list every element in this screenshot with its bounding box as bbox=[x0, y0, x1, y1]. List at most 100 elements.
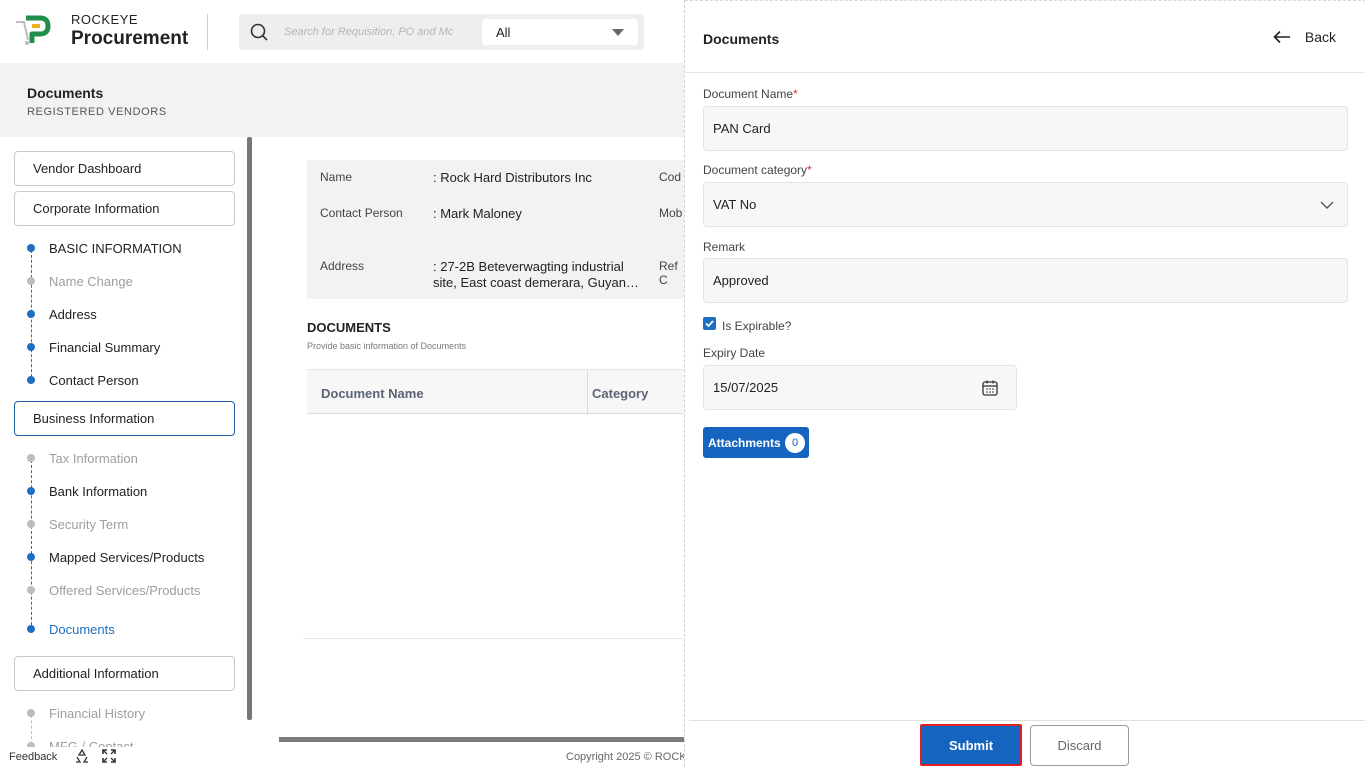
is-expirable-checkbox[interactable] bbox=[703, 317, 716, 330]
step-dot bbox=[27, 244, 35, 252]
expiry-date-field[interactable]: 15/07/2025 bbox=[703, 365, 1017, 410]
page-subtitle: REGISTERED VENDORS bbox=[27, 106, 167, 118]
address-line-2: site, East coast demerara, Guyan… bbox=[433, 275, 639, 290]
drawer-header: Documents Back bbox=[685, 0, 1365, 73]
documents-section-title: DOCUMENTS bbox=[307, 320, 391, 335]
copyright-text: Copyright 2025 © ROCK bbox=[566, 751, 687, 763]
sidebar-item-contact-person[interactable]: Contact Person bbox=[0, 371, 240, 391]
sidebar-item-label: Contact Person bbox=[49, 373, 139, 388]
sidebar-item-label: Name Change bbox=[49, 274, 133, 289]
contact-person-value: : Mark Maloney bbox=[433, 206, 522, 221]
remark-field[interactable]: Approved bbox=[703, 258, 1348, 303]
sidebar-item-tax-information[interactable]: Tax Information bbox=[0, 449, 240, 469]
sidebar-item-financial-history[interactable]: Financial History bbox=[0, 704, 240, 724]
is-expirable-label: Is Expirable? bbox=[722, 319, 792, 333]
recycle-icon[interactable] bbox=[75, 749, 89, 763]
sidebar-item-label: Offered Services/Products bbox=[49, 583, 201, 598]
back-button[interactable]: Back bbox=[1273, 27, 1336, 47]
remark-label: Remark bbox=[703, 240, 746, 254]
required-mark: * bbox=[793, 87, 798, 101]
drawer-title: Documents bbox=[703, 31, 780, 47]
caret-down-icon bbox=[612, 29, 624, 36]
step-dot bbox=[27, 454, 35, 462]
sidebar-item-documents[interactable]: Documents bbox=[0, 620, 240, 640]
rockeye-logo[interactable] bbox=[14, 14, 58, 46]
step-dot bbox=[27, 343, 35, 351]
document-name-field[interactable]: PAN Card bbox=[703, 106, 1348, 151]
sidebar-item-security-term[interactable]: Security Term bbox=[0, 515, 240, 535]
global-search: Search for Requisition, PO and Mc All bbox=[239, 14, 644, 50]
mobile-label: Mob bbox=[659, 206, 683, 220]
submit-button[interactable]: Submit bbox=[920, 724, 1022, 766]
page-footer: Feedback Copyright 2025 © ROCK bbox=[0, 747, 687, 767]
expiry-date-value: 15/07/2025 bbox=[713, 380, 779, 395]
column-divider bbox=[587, 370, 588, 415]
search-scope-select[interactable]: All bbox=[482, 19, 638, 45]
column-header-document-name[interactable]: Document Name bbox=[321, 386, 424, 401]
attachments-button[interactable]: Attachments 0 bbox=[703, 427, 809, 458]
step-dot bbox=[27, 709, 35, 717]
sidebar-item-mapped-services[interactable]: Mapped Services/Products bbox=[0, 548, 240, 568]
sidebar-additional-information[interactable]: Additional Information bbox=[14, 656, 235, 691]
vendor-name-label: Name bbox=[320, 170, 353, 184]
sidebar-item-name-change[interactable]: Name Change bbox=[0, 272, 240, 292]
address-line-1: : 27-2B Beteverwagting industrial bbox=[433, 259, 624, 274]
sidebar-scrollbar[interactable] bbox=[247, 137, 252, 720]
calendar-icon[interactable] bbox=[981, 379, 999, 397]
feedback-link[interactable]: Feedback bbox=[9, 751, 57, 763]
sidebar-item-label: Bank Information bbox=[49, 484, 148, 499]
step-dot bbox=[27, 487, 35, 495]
document-name-label: Document Name* bbox=[703, 87, 798, 101]
sidebar-item-financial-summary[interactable]: Financial Summary bbox=[0, 338, 240, 358]
search-input[interactable]: Search for Requisition, PO and Mc bbox=[284, 26, 453, 38]
sidebar-business-information[interactable]: Business Information bbox=[14, 401, 235, 436]
arrow-left-icon bbox=[1273, 30, 1290, 44]
document-category-select[interactable]: VAT No bbox=[703, 182, 1348, 227]
step-dot bbox=[27, 310, 35, 318]
main-content: Name : Rock Hard Distributors Inc Contac… bbox=[279, 137, 684, 743]
step-dot bbox=[27, 553, 35, 561]
sidebar: Vendor Dashboard Corporate Information B… bbox=[0, 137, 254, 747]
attachments-label: Attachments bbox=[708, 436, 781, 450]
column-header-category[interactable]: Category bbox=[592, 386, 648, 401]
discard-button[interactable]: Discard bbox=[1030, 725, 1129, 766]
label-text: Document Name bbox=[703, 87, 794, 101]
expiry-date-label: Expiry Date bbox=[703, 346, 766, 360]
search-icon[interactable] bbox=[250, 23, 268, 41]
sidebar-item-label: Address bbox=[49, 307, 97, 322]
sidebar-item-address[interactable]: Address bbox=[0, 305, 240, 325]
code-label: Cod bbox=[659, 170, 682, 184]
sidebar-item-bank-information[interactable]: Bank Information bbox=[0, 482, 240, 502]
sidebar-item-label: Documents bbox=[49, 622, 115, 637]
address-label: Address bbox=[320, 259, 365, 273]
vendor-name-value: : Rock Hard Distributors Inc bbox=[433, 170, 592, 185]
document-name-value: PAN Card bbox=[713, 121, 771, 136]
step-dot bbox=[27, 586, 35, 594]
search-scope-value: All bbox=[496, 25, 511, 40]
label-text: Document category bbox=[703, 163, 808, 177]
sidebar-vendor-dashboard[interactable]: Vendor Dashboard bbox=[14, 151, 235, 186]
sidebar-item-label: Security Term bbox=[49, 517, 129, 532]
remark-value: Approved bbox=[713, 273, 769, 288]
sidebar-item-label: Tax Information bbox=[49, 451, 138, 466]
brand-top: ROCKEYE bbox=[71, 12, 139, 27]
documents-table-header: Document Name Category bbox=[307, 369, 684, 415]
step-dot bbox=[27, 277, 35, 285]
sidebar-item-label: Mapped Services/Products bbox=[49, 550, 205, 565]
attachments-count-badge: 0 bbox=[785, 433, 805, 453]
check-icon bbox=[705, 320, 714, 328]
sidebar-item-label: MFG / Contact bbox=[49, 739, 134, 747]
sidebar-item-label: Financial Summary bbox=[49, 340, 161, 355]
brand-name: ROCKEYE Procurement bbox=[71, 13, 188, 48]
sidebar-corporate-information[interactable]: Corporate Information bbox=[14, 191, 235, 226]
horizontal-scrollbar[interactable] bbox=[279, 737, 684, 742]
contact-person-label: Contact Person bbox=[320, 206, 403, 220]
sidebar-item-offered-services[interactable]: Offered Services/Products bbox=[0, 581, 240, 601]
vendor-info-card: Name : Rock Hard Distributors Inc Contac… bbox=[307, 160, 684, 299]
page-title: Documents bbox=[27, 85, 104, 101]
document-drawer: Documents Back Document Name* PAN Card D… bbox=[684, 0, 1365, 767]
fullscreen-icon[interactable] bbox=[102, 749, 116, 763]
sidebar-item-mfg-contact[interactable]: MFG / Contact bbox=[0, 737, 240, 747]
brand-bottom: Procurement bbox=[71, 28, 189, 49]
sidebar-item-basic-information[interactable]: BASIC INFORMATION bbox=[0, 239, 240, 259]
